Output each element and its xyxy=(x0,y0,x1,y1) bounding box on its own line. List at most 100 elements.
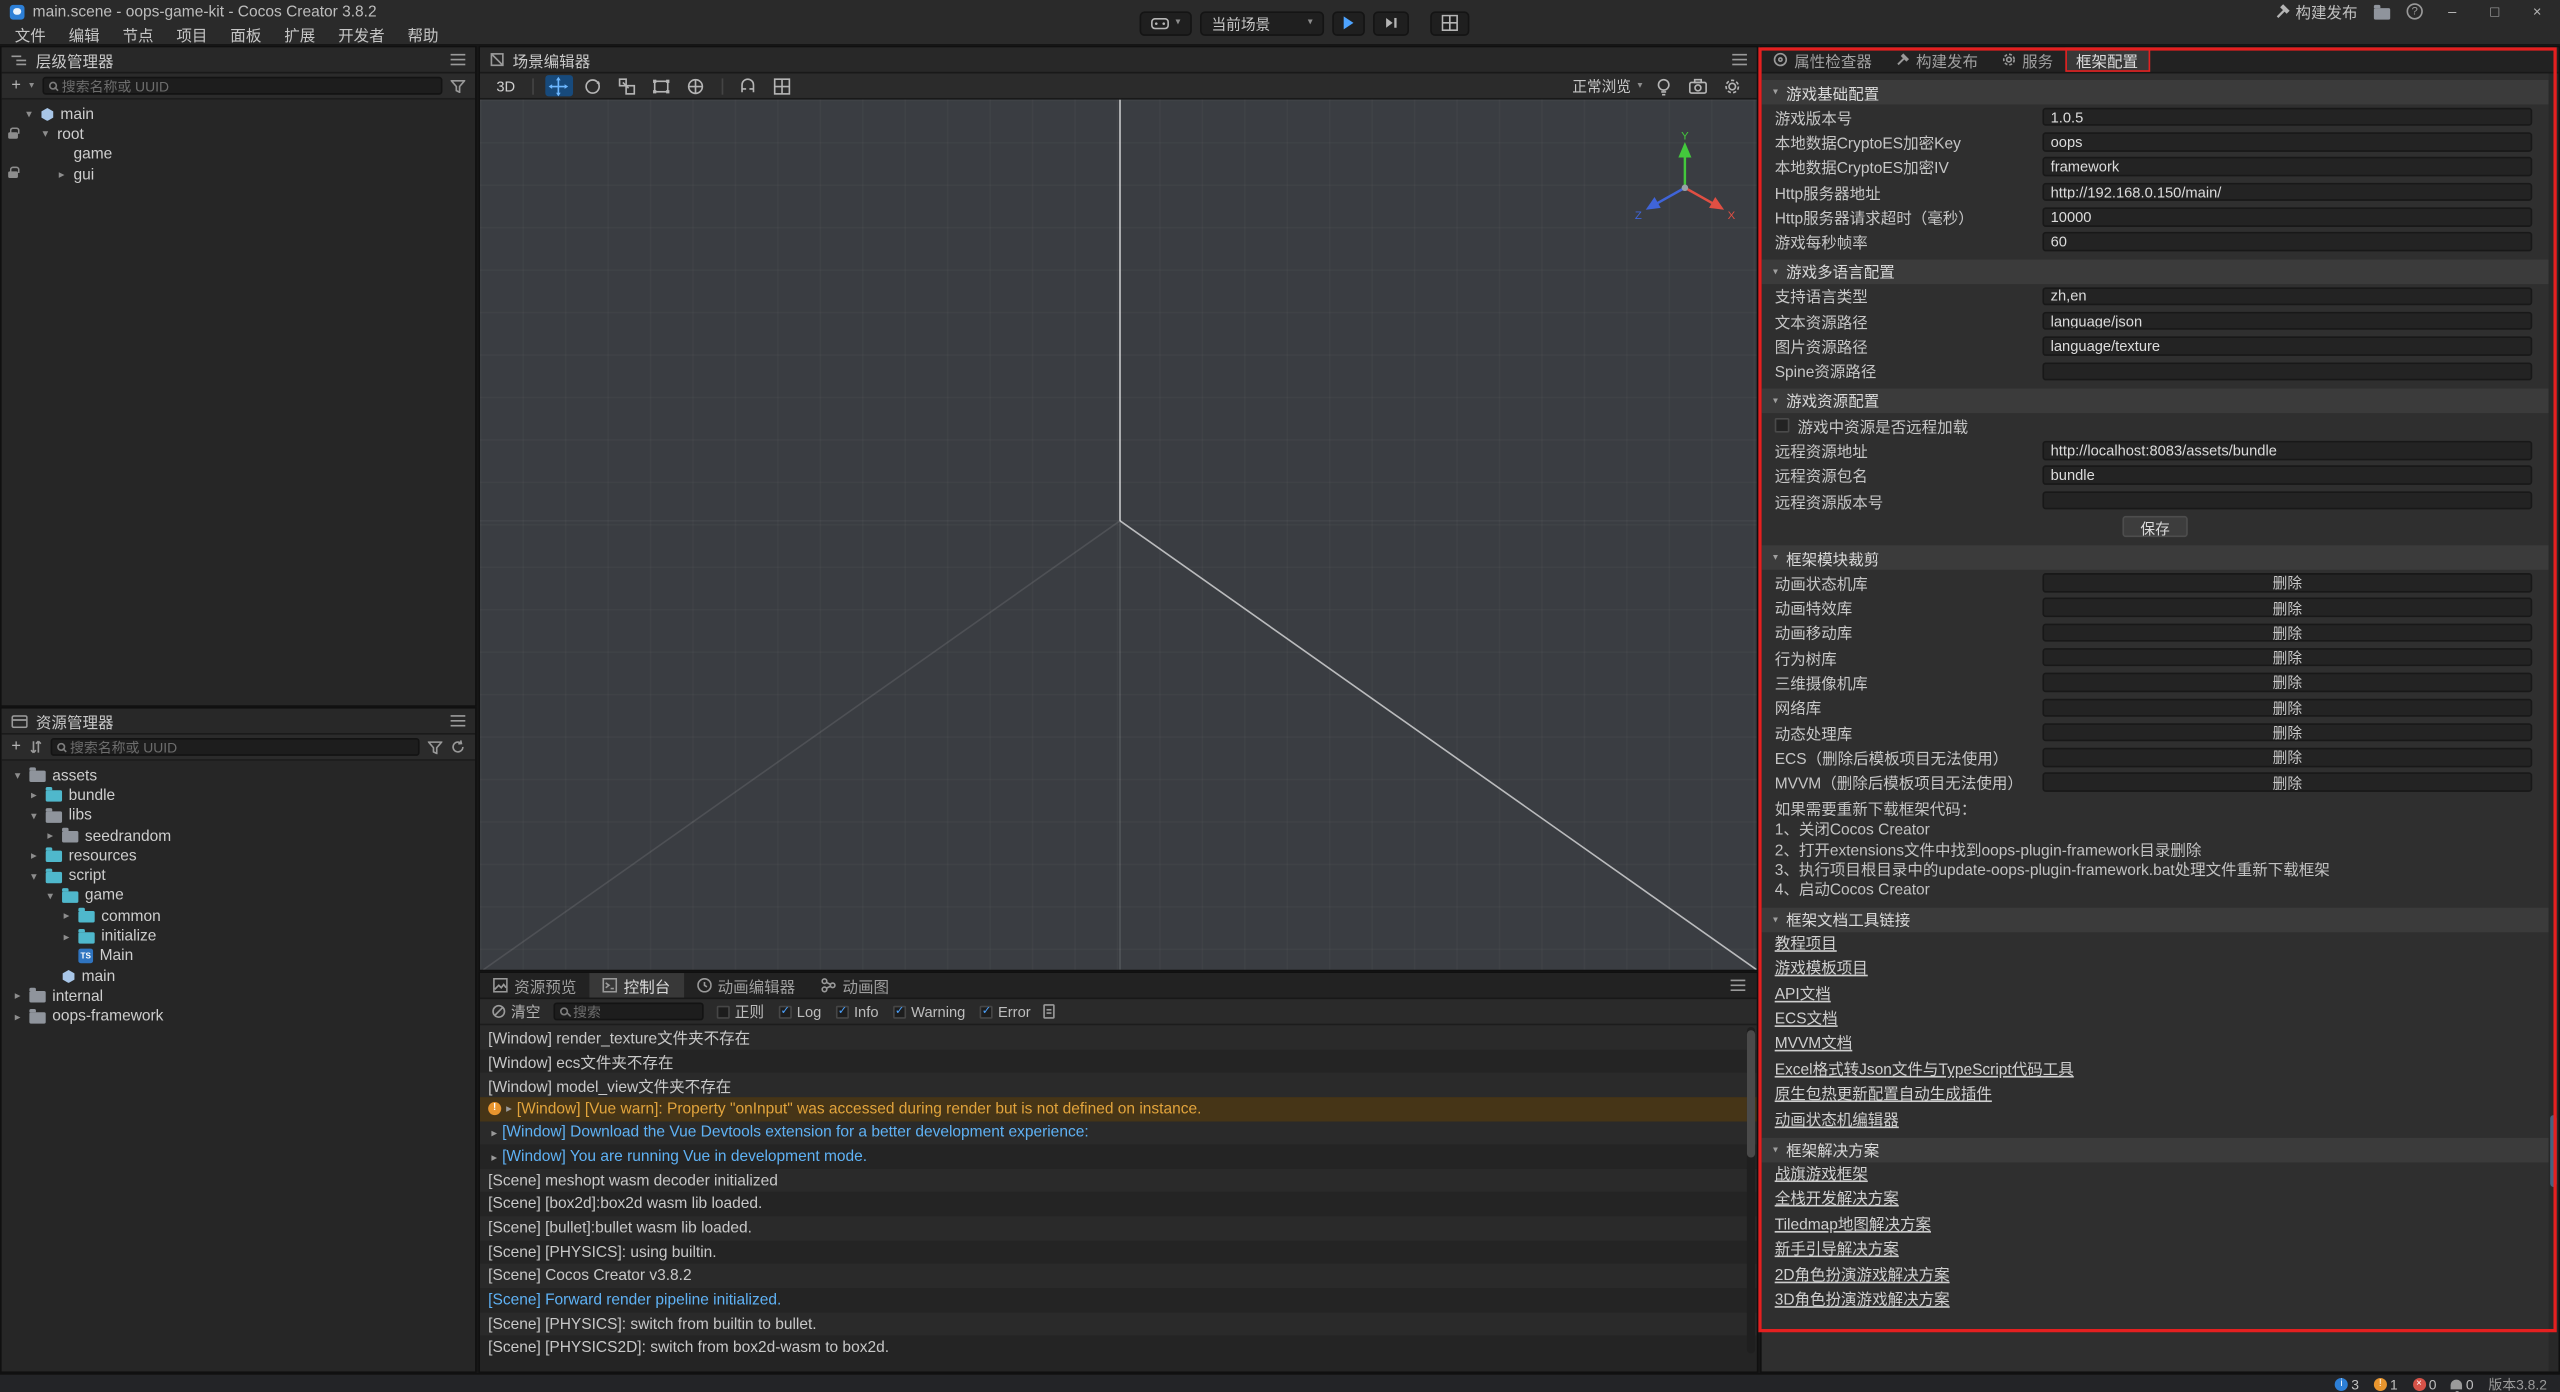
property-input[interactable] xyxy=(2042,207,2532,226)
assets-search-input[interactable] xyxy=(70,739,413,755)
section-header[interactable]: ▾ 游戏基础配置 xyxy=(1762,80,2549,104)
asset-node[interactable]: oops-framework xyxy=(2,1007,475,1027)
log-file-button[interactable] xyxy=(1044,1004,1055,1019)
tree-caret-icon[interactable] xyxy=(31,850,46,863)
scene-viewport[interactable]: Y X Z xyxy=(480,100,1757,970)
log-row[interactable]: [Scene] meshopt wasm decoder initialized xyxy=(480,1169,1757,1193)
snap-settings-button[interactable] xyxy=(734,75,762,96)
asset-node[interactable]: common xyxy=(2,906,475,926)
solution-link[interactable]: 新手引导解决方案 xyxy=(1762,1238,2549,1263)
lock-icon[interactable] xyxy=(8,172,18,179)
sort-icon[interactable] xyxy=(29,740,42,755)
solution-link[interactable]: 战旗游戏框架 xyxy=(1762,1162,2549,1187)
tree-caret-icon[interactable] xyxy=(64,930,79,943)
log-row[interactable]: [Scene] Cocos Creator v3.8.2 xyxy=(480,1264,1757,1288)
console-filter-checkbox[interactable]: Error xyxy=(980,1003,1031,1019)
hierarchy-node[interactable]: root xyxy=(2,125,475,145)
world-space-toggle-button[interactable] xyxy=(682,75,710,96)
property-input[interactable] xyxy=(2042,362,2532,381)
lock-icon[interactable] xyxy=(8,132,18,139)
module-delete-button[interactable]: 删除 xyxy=(2042,673,2532,692)
play-button[interactable] xyxy=(1332,11,1365,35)
module-delete-button[interactable]: 删除 xyxy=(2042,773,2532,792)
orientation-gizmo[interactable]: Y X Z xyxy=(1633,129,1737,233)
log-expand-caret-icon[interactable]: ▸ xyxy=(506,1102,512,1115)
console-search-input[interactable] xyxy=(573,1003,697,1019)
warning-count[interactable]: ! 1 xyxy=(2374,1376,2398,1392)
scale-tool-button[interactable] xyxy=(613,75,641,96)
property-input[interactable] xyxy=(2042,133,2532,152)
tree-caret-icon[interactable] xyxy=(47,890,62,903)
solution-link[interactable]: Tiledmap地图解决方案 xyxy=(1762,1213,2549,1238)
tree-caret-icon[interactable] xyxy=(31,870,46,883)
build-publish-button[interactable]: 构建发布 xyxy=(2274,0,2357,23)
scene-light-toggle-button[interactable] xyxy=(1649,75,1677,96)
log-expand-caret-icon[interactable]: ▸ xyxy=(491,1150,497,1163)
section-header[interactable]: ▾ 框架模块裁剪 xyxy=(1762,546,2549,570)
asset-node[interactable]: libs xyxy=(2,806,475,826)
log-row[interactable]: ▸ [Window] You are running Vue in develo… xyxy=(480,1145,1757,1169)
module-delete-button[interactable]: 删除 xyxy=(2042,573,2532,592)
property-input[interactable] xyxy=(2042,466,2532,485)
hierarchy-node[interactable]: gui xyxy=(2,165,475,185)
log-row[interactable]: [Window] model_view文件夹不存在 xyxy=(480,1073,1757,1097)
help-button[interactable]: ? xyxy=(2407,3,2423,19)
console-filter-checkbox[interactable]: Info xyxy=(836,1003,878,1019)
property-input[interactable] xyxy=(2042,337,2532,356)
log-row[interactable]: [Scene] [bullet]:bullet wasm lib loaded. xyxy=(480,1217,1757,1241)
error-count[interactable]: × 0 xyxy=(2412,1376,2436,1392)
tab-console[interactable]: 控制台 xyxy=(589,973,683,997)
asset-node[interactable]: assets xyxy=(2,766,475,786)
scene-settings-button[interactable] xyxy=(1718,75,1746,96)
info-count[interactable]: i 3 xyxy=(2335,1376,2359,1392)
log-row[interactable]: [Scene] [PHYSICS]: switch from builtin t… xyxy=(480,1312,1757,1336)
tree-caret-icon[interactable] xyxy=(15,990,30,1003)
solution-link[interactable]: 全栈开发解决方案 xyxy=(1762,1188,2549,1213)
rotate-tool-button[interactable] xyxy=(579,75,607,96)
section-header[interactable]: ▾ 游戏多语言配置 xyxy=(1762,259,2549,283)
asset-node[interactable]: internal xyxy=(2,987,475,1007)
property-input[interactable] xyxy=(2042,312,2532,331)
open-project-folder-button[interactable] xyxy=(2374,4,2390,19)
module-delete-button[interactable]: 删除 xyxy=(2042,698,2532,717)
log-row[interactable]: ▸ [Window] [Vue warn]: Property "onInput… xyxy=(480,1097,1757,1121)
maximize-button[interactable]: □ xyxy=(2482,2,2508,22)
tab-animation-editor[interactable]: 动画编辑器 xyxy=(683,973,808,997)
solution-link[interactable]: 2D角色扮演游戏解决方案 xyxy=(1762,1263,2549,1288)
tree-caret-icon[interactable] xyxy=(15,769,30,782)
property-input[interactable] xyxy=(2042,441,2532,460)
menu-item[interactable]: 面板 xyxy=(219,22,273,45)
solution-link[interactable]: 3D角色扮演游戏解决方案 xyxy=(1762,1288,2549,1313)
menu-item[interactable]: 文件 xyxy=(3,22,57,45)
module-delete-button[interactable]: 删除 xyxy=(2042,748,2532,767)
doc-link[interactable]: Excel格式转Json文件与TypeScript代码工具 xyxy=(1762,1058,2549,1083)
tree-caret-icon[interactable] xyxy=(42,128,57,141)
console-filter-checkbox[interactable]: 正则 xyxy=(717,1001,764,1022)
property-input[interactable] xyxy=(2042,491,2532,510)
property-input[interactable] xyxy=(2042,287,2532,306)
log-row[interactable]: [Window] render_texture文件夹不存在 xyxy=(480,1025,1757,1049)
save-button[interactable]: 保存 xyxy=(2122,516,2187,537)
property-input[interactable] xyxy=(2042,158,2532,177)
tab-framework-config[interactable]: 框架配置 xyxy=(2065,47,2150,71)
hierarchy-node[interactable]: main xyxy=(2,104,475,124)
console-filter-checkbox[interactable]: Log xyxy=(779,1003,822,1019)
section-header[interactable]: ▾ 框架解决方案 xyxy=(1762,1138,2549,1162)
log-expand-caret-icon[interactable]: ▸ xyxy=(491,1126,497,1139)
doc-link[interactable]: ECS文档 xyxy=(1762,1007,2549,1032)
panel-menu-icon[interactable] xyxy=(1732,54,1747,65)
asset-node[interactable]: script xyxy=(2,866,475,886)
asset-node[interactable]: initialize xyxy=(2,926,475,946)
console-scrollbar[interactable] xyxy=(1747,1027,1755,1354)
step-button[interactable] xyxy=(1373,11,1409,35)
log-row[interactable]: [Scene] [PHYSICS]: using builtin. xyxy=(480,1240,1757,1264)
section-header[interactable]: ▾ 游戏资源配置 xyxy=(1762,389,2549,413)
module-delete-button[interactable]: 删除 xyxy=(2042,623,2532,642)
asset-node[interactable]: game xyxy=(2,886,475,906)
log-row[interactable]: ▸ [Window] Download the Vue Devtools ext… xyxy=(480,1121,1757,1145)
module-delete-button[interactable]: 删除 xyxy=(2042,598,2532,617)
property-input[interactable] xyxy=(2042,108,2532,127)
filter-icon[interactable] xyxy=(451,79,466,92)
hierarchy-search-input[interactable] xyxy=(62,78,436,94)
doc-link[interactable]: 原生包热更新配置自动生成插件 xyxy=(1762,1083,2549,1108)
